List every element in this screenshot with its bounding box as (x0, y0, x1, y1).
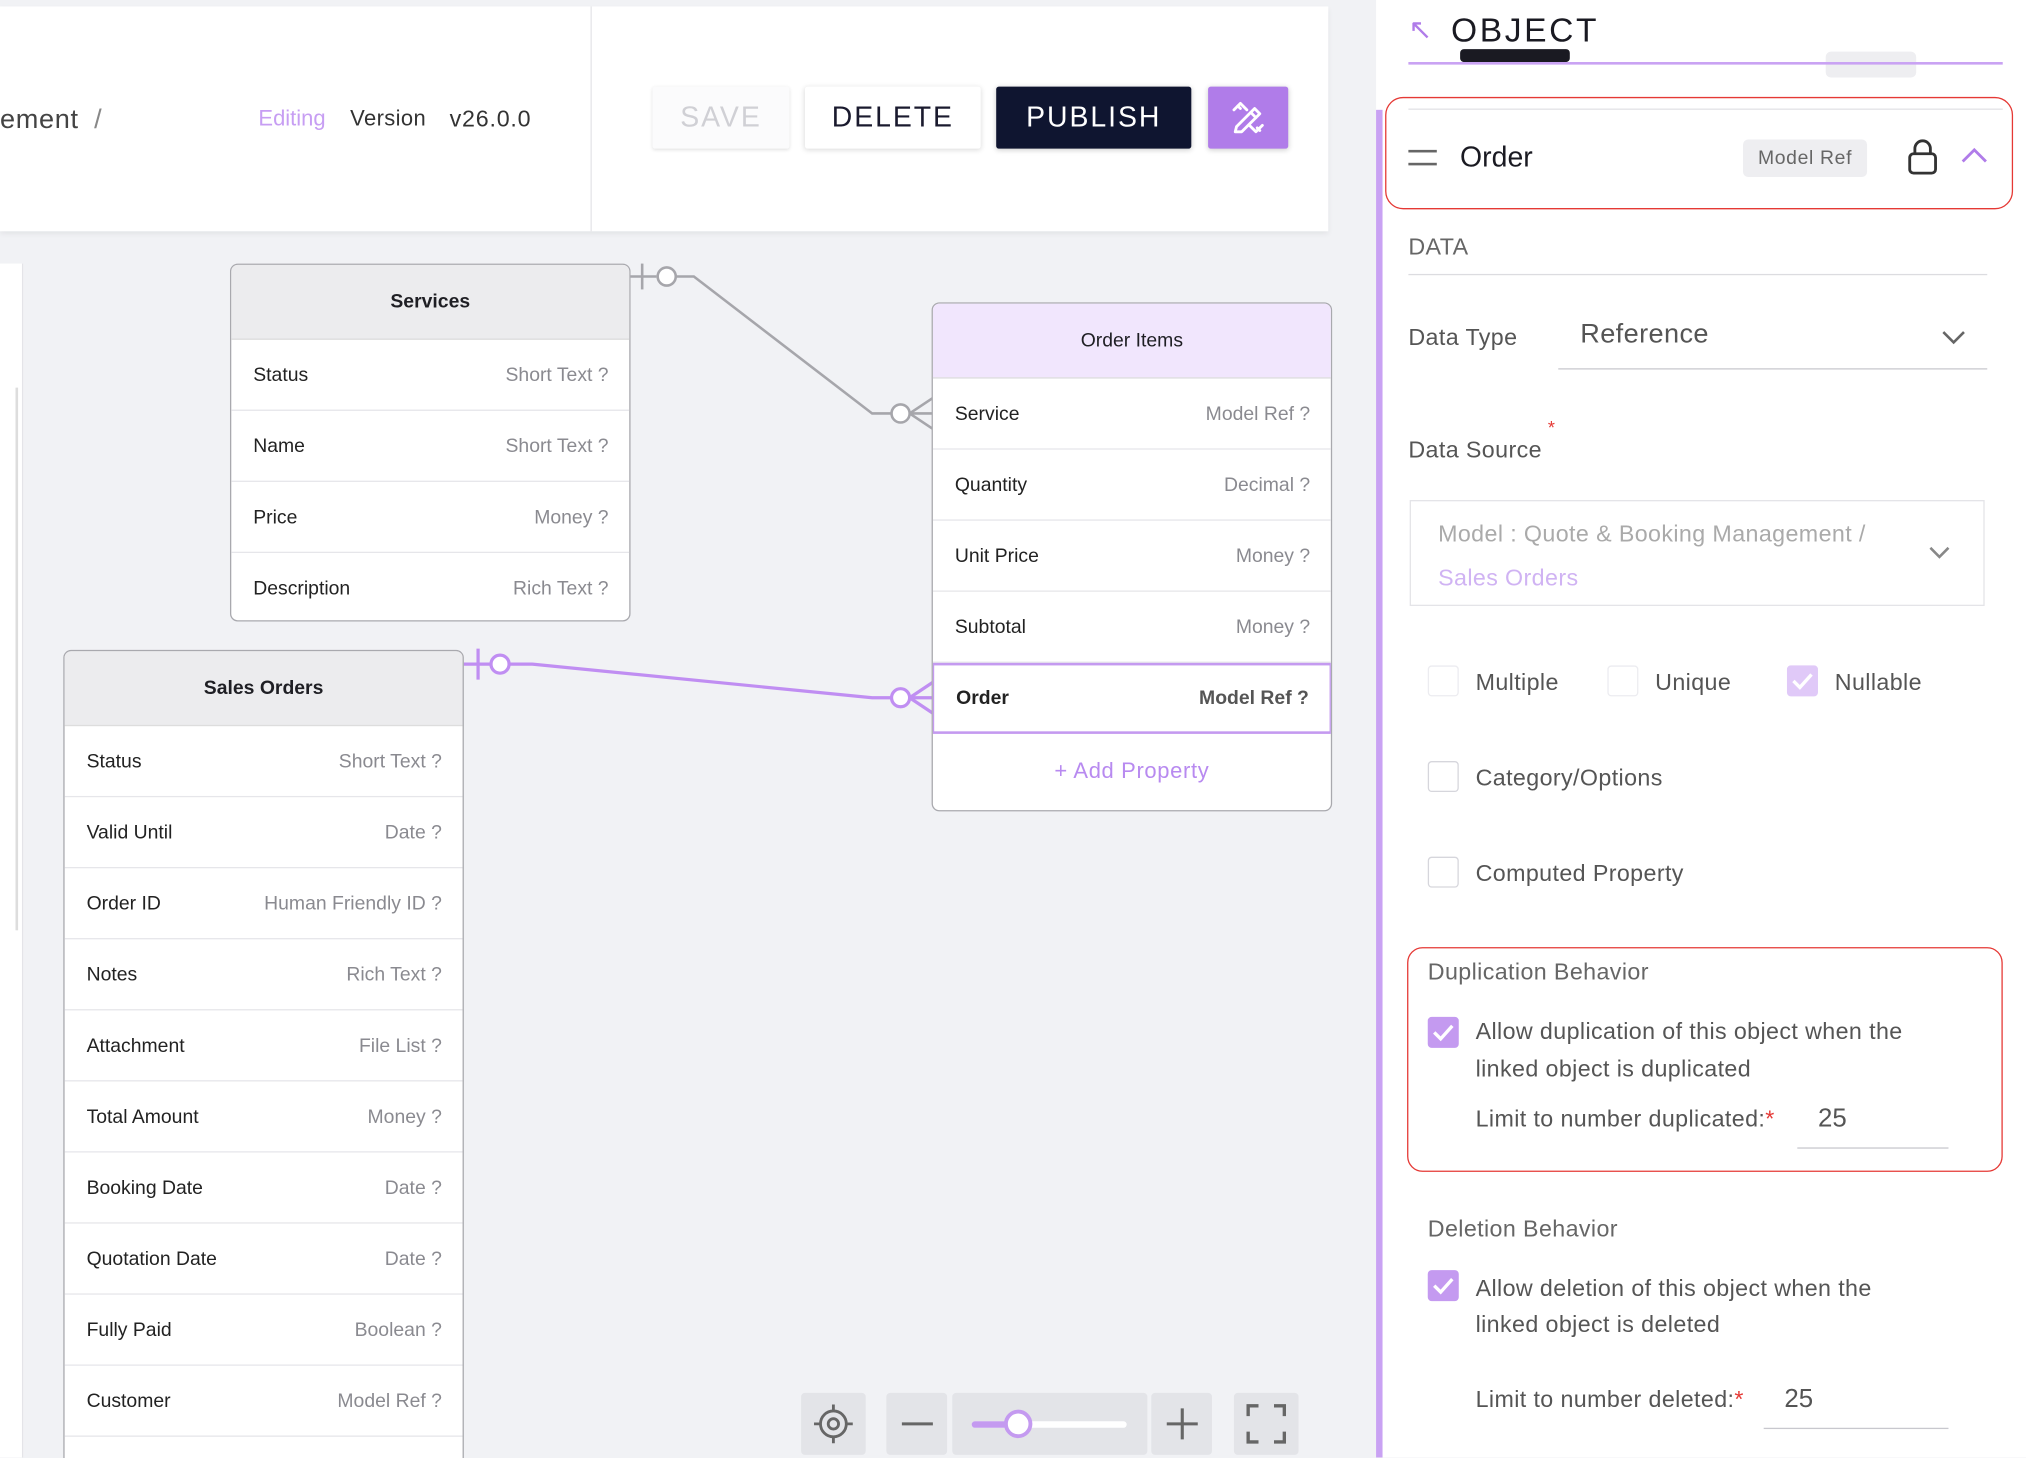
table-row[interactable]: Notes Rich Text ? (64, 939, 463, 1011)
allow-duplication-line2: linked object is duplicated (1475, 1055, 1752, 1082)
table-row[interactable]: Total Amount Money ? (64, 1081, 463, 1153)
table-row[interactable]: Status Short Text ? (231, 340, 630, 411)
allow-duplication-line1: Allow duplication of this object when th… (1475, 1018, 1903, 1045)
table-row[interactable]: Order ID Human Friendly ID ? (64, 868, 463, 940)
table-row[interactable]: Name Short Text ? (231, 411, 630, 482)
dup-limit-input[interactable]: 25 (1818, 1105, 1847, 1135)
table-row[interactable]: Price Money ? (231, 482, 630, 554)
table-title: Sales Orders (64, 651, 463, 727)
check-icon (1433, 1278, 1454, 1295)
unique-label: Unique (1655, 669, 1732, 696)
table-row[interactable]: Service Model Ref ? (932, 379, 1331, 450)
table-row-selected[interactable]: Order Model Ref ? (932, 662, 1331, 734)
chevron-up-icon[interactable] (1960, 145, 1988, 166)
allow-deletion-line2: linked object is deleted (1475, 1311, 1721, 1338)
table-services[interactable]: Services Status Short Text ? Name Short Te… (229, 263, 631, 622)
allow-deletion-line1: Allow deletion of this object when the (1475, 1275, 1872, 1302)
data-source-label: Data Source (1408, 436, 1542, 463)
fullscreen-button[interactable] (1233, 1392, 1299, 1455)
dup-limit-underline (1797, 1147, 1949, 1149)
zoom-in-button[interactable] (1151, 1392, 1212, 1455)
table-order-items[interactable]: Order Items Service Model Ref ? Quantity D… (931, 302, 1333, 812)
add-property-button[interactable]: + Add Property (933, 734, 1331, 809)
check-icon (1433, 1024, 1454, 1042)
table-row[interactable]: Customer Model Ref ? (64, 1366, 463, 1437)
property-name: Order (1460, 140, 1533, 174)
deletion-title: Deletion Behavior (1427, 1215, 1618, 1242)
table-row[interactable]: Description Rich Text ? (231, 553, 629, 620)
table-row[interactable]: Quotation Date Date ? (64, 1224, 463, 1295)
zoom-out-button[interactable] (886, 1392, 948, 1455)
category-options-label: Category/Options (1475, 764, 1663, 791)
zoom-slider-handle[interactable] (1003, 1409, 1033, 1439)
allow-deletion-checkbox[interactable] (1427, 1270, 1459, 1302)
data-source-model: Model : Quote & Booking Management / (1438, 520, 1866, 547)
dup-limit-label: Limit to number duplicated:* (1475, 1106, 1775, 1132)
table-row[interactable]: Unit Price Money ? (932, 521, 1331, 592)
table-sales-orders[interactable]: Sales Orders Status Short Text ? Valid Un… (63, 649, 464, 1458)
del-limit-input[interactable]: 25 (1784, 1385, 1813, 1415)
panel-accent-strip (1376, 109, 1383, 1458)
panel-title-underline (1408, 62, 2003, 65)
table-row[interactable]: Status Short Text ? (64, 726, 463, 798)
table-row[interactable]: Valid Until Date ? (64, 797, 463, 869)
computed-property-label: Computed Property (1475, 860, 1684, 887)
table-row[interactable]: Attachment File List ? (64, 1010, 463, 1082)
duplication-title: Duplication Behavior (1427, 958, 1649, 985)
table-title: Services (231, 264, 630, 340)
nullable-checkbox[interactable] (1786, 665, 1818, 697)
allow-duplication-checkbox[interactable] (1427, 1016, 1459, 1048)
minus-icon (901, 1422, 933, 1426)
table-row[interactable]: Quantity Decimal ? (932, 450, 1331, 521)
previous-property-clipped (1460, 47, 1570, 63)
drag-handle-icon[interactable] (1408, 149, 1437, 166)
required-mark: * (1547, 417, 1555, 439)
del-limit-label: Limit to number deleted:* (1475, 1386, 1744, 1413)
link-services-service (630, 263, 934, 431)
computed-property-checkbox[interactable] (1427, 856, 1459, 888)
property-type-badge: Model Ref (1743, 139, 1868, 178)
nullable-label: Nullable (1834, 669, 1922, 696)
multiple-label: Multiple (1475, 669, 1559, 696)
section-data-label: DATA (1408, 233, 1469, 260)
link-salesorders-order (463, 648, 934, 715)
table-row[interactable]: Booking Date Date ? (64, 1153, 463, 1224)
crosshair-icon (814, 1404, 853, 1444)
data-type-label: Data Type (1408, 324, 1518, 351)
collapse-arrow-icon[interactable]: ↖ (1408, 13, 1432, 47)
lock-icon[interactable] (1906, 137, 1940, 176)
panel-title: OBJECT (1451, 10, 1600, 50)
data-type-select[interactable]: Reference (1580, 319, 1709, 350)
recenter-button[interactable] (801, 1392, 866, 1455)
unique-checkbox[interactable] (1607, 665, 1639, 697)
data-source-target: Sales Orders (1438, 564, 1579, 591)
data-type-underline (1558, 368, 1988, 370)
table-title: Order Items (932, 303, 1331, 379)
check-icon (1792, 673, 1813, 690)
chevron-down-icon[interactable] (1928, 545, 1951, 561)
multiple-checkbox[interactable] (1427, 665, 1459, 697)
table-row[interactable]: Fully Paid Boolean ? (64, 1295, 463, 1366)
del-limit-underline (1763, 1427, 1949, 1430)
plus-icon (1166, 1408, 1198, 1440)
category-options-checkbox[interactable] (1427, 761, 1459, 793)
chevron-down-icon[interactable] (1941, 328, 1967, 346)
section-data-line (1408, 273, 1988, 276)
fullscreen-icon (1246, 1404, 1287, 1444)
table-row[interactable]: Subtotal Money ? (932, 592, 1331, 663)
